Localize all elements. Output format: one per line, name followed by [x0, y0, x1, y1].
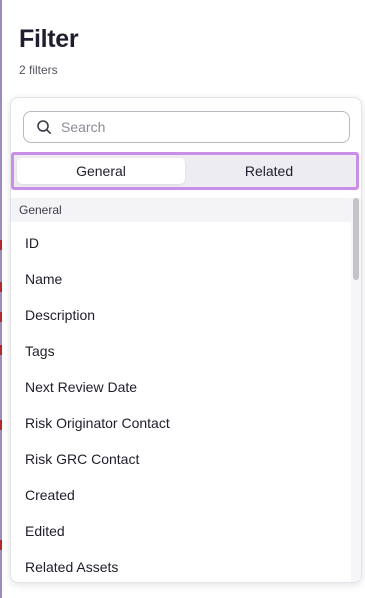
search-input[interactable] [61, 113, 349, 141]
section-header-general: General [11, 198, 351, 222]
background-edge-mark [0, 540, 2, 550]
tab-related[interactable]: Related [185, 158, 353, 184]
list-item-risk-grc-contact[interactable]: Risk GRC Contact [11, 441, 351, 477]
field-items: ID Name Description Tags Next Review Dat… [11, 225, 351, 582]
filter-count: 2 filters [19, 63, 58, 77]
list-item-related-assets[interactable]: Related Assets [11, 549, 351, 582]
search-box[interactable] [23, 111, 350, 143]
list-item-tags[interactable]: Tags [11, 333, 351, 369]
list-item-next-review-date[interactable]: Next Review Date [11, 369, 351, 405]
list-item-name[interactable]: Name [11, 261, 351, 297]
filter-header: Filter 2 filters [19, 24, 79, 77]
list-item-risk-originator-contact[interactable]: Risk Originator Contact [11, 405, 351, 441]
list-item-description[interactable]: Description [11, 297, 351, 333]
list-item-edited[interactable]: Edited [11, 513, 351, 549]
filter-page: Filter 2 filters General Related General… [0, 0, 365, 598]
filter-dropdown-panel: General Related General ID Name Descript… [10, 97, 362, 583]
tab-bar: General Related [11, 152, 359, 190]
tab-general[interactable]: General [17, 158, 185, 184]
background-edge-mark [0, 312, 2, 322]
field-list: General ID Name Description Tags Next Re… [11, 198, 361, 582]
background-edge-mark [0, 282, 2, 292]
background-edge-mark [0, 240, 2, 250]
page-title: Filter [19, 25, 79, 53]
background-edge [0, 0, 2, 598]
scrollbar[interactable] [351, 198, 361, 582]
scrollbar-thumb[interactable] [353, 198, 359, 280]
search-icon [36, 119, 52, 135]
background-edge-mark [0, 420, 2, 430]
list-item-id[interactable]: ID [11, 225, 351, 261]
list-item-created[interactable]: Created [11, 477, 351, 513]
background-edge-mark [0, 345, 2, 355]
